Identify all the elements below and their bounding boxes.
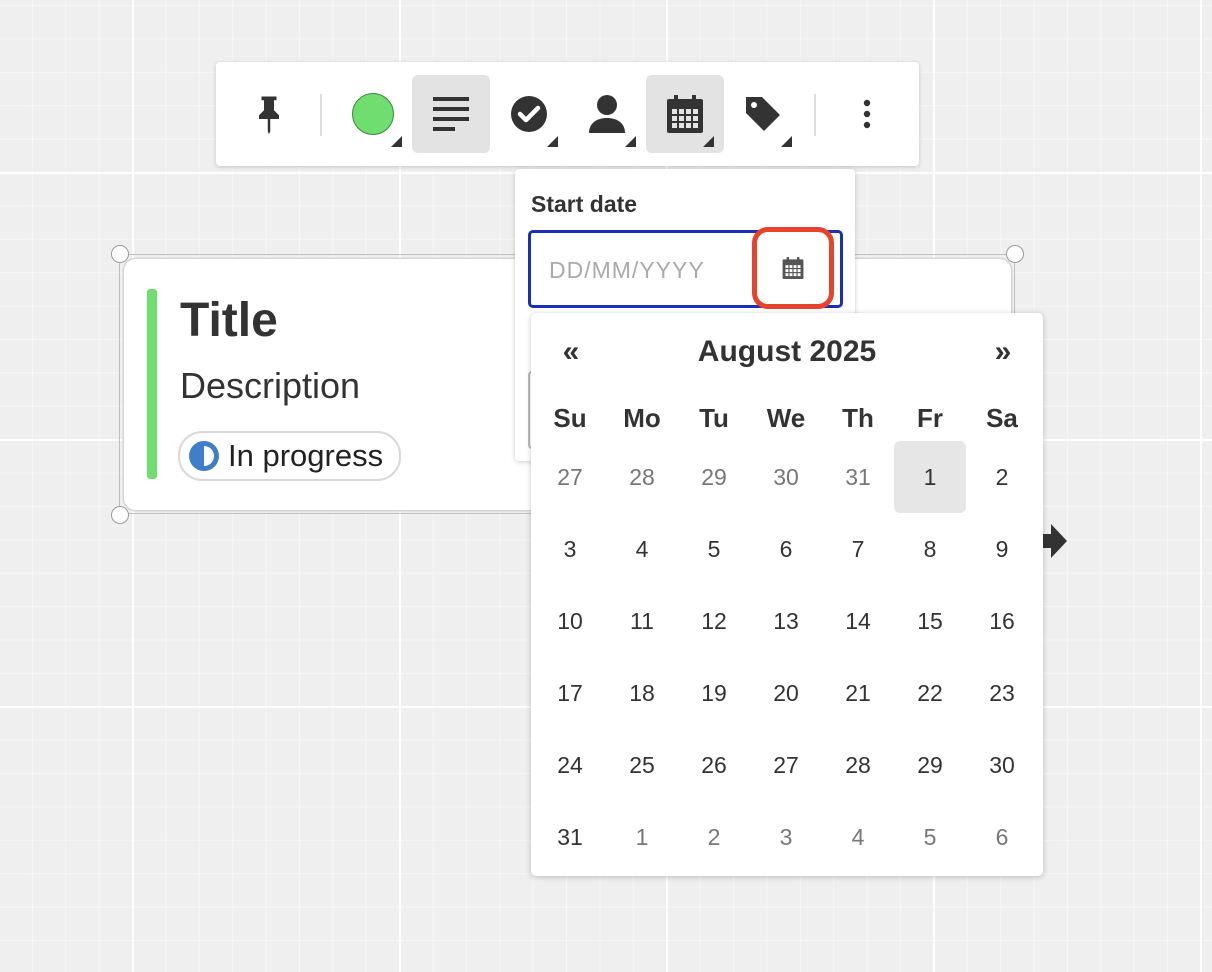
calendar-week-row: 10 11 12 13 14 15 16 bbox=[534, 585, 1038, 657]
calendar-day[interactable]: 6 bbox=[966, 801, 1038, 873]
calendar-week-row: 24 25 26 27 28 29 30 bbox=[534, 729, 1038, 801]
caret-icon bbox=[781, 136, 792, 147]
text-button[interactable] bbox=[412, 75, 490, 153]
calendar-day[interactable]: 27 bbox=[750, 729, 822, 801]
calendar-day[interactable]: 31 bbox=[822, 441, 894, 513]
calendar-day[interactable]: 11 bbox=[606, 585, 678, 657]
previous-month-button[interactable]: « bbox=[541, 335, 601, 369]
status-button[interactable] bbox=[490, 75, 568, 153]
pushpin-icon bbox=[259, 96, 279, 134]
calendar-day-today[interactable]: 1 bbox=[894, 441, 966, 513]
weekday-label: Fr bbox=[917, 402, 943, 433]
start-date-input[interactable] bbox=[547, 249, 751, 291]
connector-arrow-icon[interactable] bbox=[1041, 522, 1067, 560]
status-badge[interactable]: In progress bbox=[178, 431, 402, 481]
calendar-day[interactable]: 28 bbox=[606, 441, 678, 513]
start-date-field[interactable] bbox=[528, 227, 843, 309]
calendar-day[interactable]: 25 bbox=[606, 729, 678, 801]
caret-icon bbox=[391, 136, 402, 147]
calendar-icon bbox=[782, 257, 804, 279]
calendar-day[interactable]: 26 bbox=[678, 729, 750, 801]
calendar-day[interactable]: 2 bbox=[678, 801, 750, 873]
calendar-day[interactable]: 7 bbox=[822, 513, 894, 585]
toolbar-separator bbox=[320, 94, 322, 136]
calendar-day[interactable]: 2 bbox=[966, 441, 1038, 513]
calendar-day[interactable]: 30 bbox=[750, 441, 822, 513]
calendar-day[interactable]: 3 bbox=[534, 513, 606, 585]
calendar-day[interactable]: 23 bbox=[966, 657, 1038, 729]
toolbar-separator bbox=[814, 94, 816, 136]
weekday-label: Su bbox=[553, 402, 587, 433]
status-label: In progress bbox=[228, 438, 384, 473]
calendar-day[interactable]: 28 bbox=[822, 729, 894, 801]
caret-icon bbox=[547, 136, 558, 147]
calendar-day[interactable]: 14 bbox=[822, 585, 894, 657]
more-button[interactable] bbox=[828, 75, 906, 153]
calendar-day[interactable]: 13 bbox=[750, 585, 822, 657]
next-month-button[interactable]: » bbox=[973, 335, 1033, 369]
calendar-day[interactable]: 5 bbox=[678, 513, 750, 585]
calendar-day[interactable]: 21 bbox=[822, 657, 894, 729]
pin-button[interactable] bbox=[230, 75, 308, 153]
calendar-day[interactable]: 16 bbox=[966, 585, 1038, 657]
calendar-day[interactable]: 12 bbox=[678, 585, 750, 657]
resize-handle-bottom-left[interactable] bbox=[111, 506, 129, 524]
calendar-day[interactable]: 5 bbox=[894, 801, 966, 873]
calendar-day[interactable]: 10 bbox=[534, 585, 606, 657]
color-button[interactable] bbox=[334, 75, 412, 153]
text-align-icon bbox=[433, 97, 469, 131]
calendar-day[interactable]: 6 bbox=[750, 513, 822, 585]
calendar-day[interactable]: 4 bbox=[606, 513, 678, 585]
start-date-label: Start date bbox=[531, 191, 638, 217]
calendar-popup: August 2025 « » Su Mo Tu We Th Fr Sa 27 28 29 30 3… bbox=[531, 313, 1043, 876]
calendar-day[interactable]: 31 bbox=[534, 801, 606, 873]
caret-icon bbox=[625, 136, 636, 147]
more-vertical-icon bbox=[863, 99, 871, 129]
weekday-label: Th bbox=[842, 402, 874, 433]
tag-button[interactable] bbox=[724, 75, 802, 153]
calendar-day[interactable]: 29 bbox=[678, 441, 750, 513]
calendar-day[interactable]: 4 bbox=[822, 801, 894, 873]
calendar-week-row: 17 18 19 20 21 22 23 bbox=[534, 657, 1038, 729]
calendar-day[interactable]: 1 bbox=[606, 801, 678, 873]
card-description[interactable]: Description bbox=[180, 365, 360, 407]
calendar-day[interactable]: 27 bbox=[534, 441, 606, 513]
color-swatch bbox=[352, 93, 394, 135]
calendar-day[interactable]: 29 bbox=[894, 729, 966, 801]
tag-icon bbox=[746, 97, 780, 131]
calendar-day[interactable]: 17 bbox=[534, 657, 606, 729]
calendar-day[interactable]: 15 bbox=[894, 585, 966, 657]
calendar-day[interactable]: 18 bbox=[606, 657, 678, 729]
calendar-day[interactable]: 30 bbox=[966, 729, 1038, 801]
calendar-day[interactable]: 9 bbox=[966, 513, 1038, 585]
weekday-header: Su Mo Tu We Th Fr Sa bbox=[534, 398, 1038, 438]
calendar-day[interactable]: 8 bbox=[894, 513, 966, 585]
caret-icon bbox=[703, 136, 714, 147]
weekday-label: Sa bbox=[986, 402, 1018, 433]
calendar-month-label: August 2025 bbox=[697, 335, 877, 368]
calendar-week-row: 31 1 2 3 4 5 6 bbox=[534, 801, 1038, 873]
assignee-button[interactable] bbox=[568, 75, 646, 153]
resize-handle-top-left[interactable] bbox=[111, 245, 129, 263]
user-icon bbox=[589, 95, 625, 133]
calendar-week-row: 3456789 bbox=[534, 513, 1038, 585]
card-title[interactable]: Title bbox=[180, 293, 278, 348]
check-circle-icon bbox=[511, 96, 547, 132]
calendar-day[interactable]: 3 bbox=[750, 801, 822, 873]
date-button[interactable] bbox=[646, 75, 724, 153]
weekday-label: Mo bbox=[623, 402, 661, 433]
status-progress-icon bbox=[189, 441, 219, 471]
open-calendar-button[interactable] bbox=[752, 227, 834, 309]
calendar-icon bbox=[667, 95, 703, 133]
calendar-day[interactable]: 20 bbox=[750, 657, 822, 729]
resize-handle-top-right[interactable] bbox=[1006, 245, 1024, 263]
calendar-day[interactable]: 24 bbox=[534, 729, 606, 801]
weekday-label: We bbox=[766, 402, 806, 433]
card-accent-bar bbox=[147, 289, 157, 479]
calendar-day[interactable]: 22 bbox=[894, 657, 966, 729]
weekday-label: Tu bbox=[699, 402, 729, 433]
calendar-week-row: 27 28 29 30 31 1 2 bbox=[534, 441, 1038, 513]
card-toolbar bbox=[216, 62, 919, 166]
calendar-day[interactable]: 19 bbox=[678, 657, 750, 729]
